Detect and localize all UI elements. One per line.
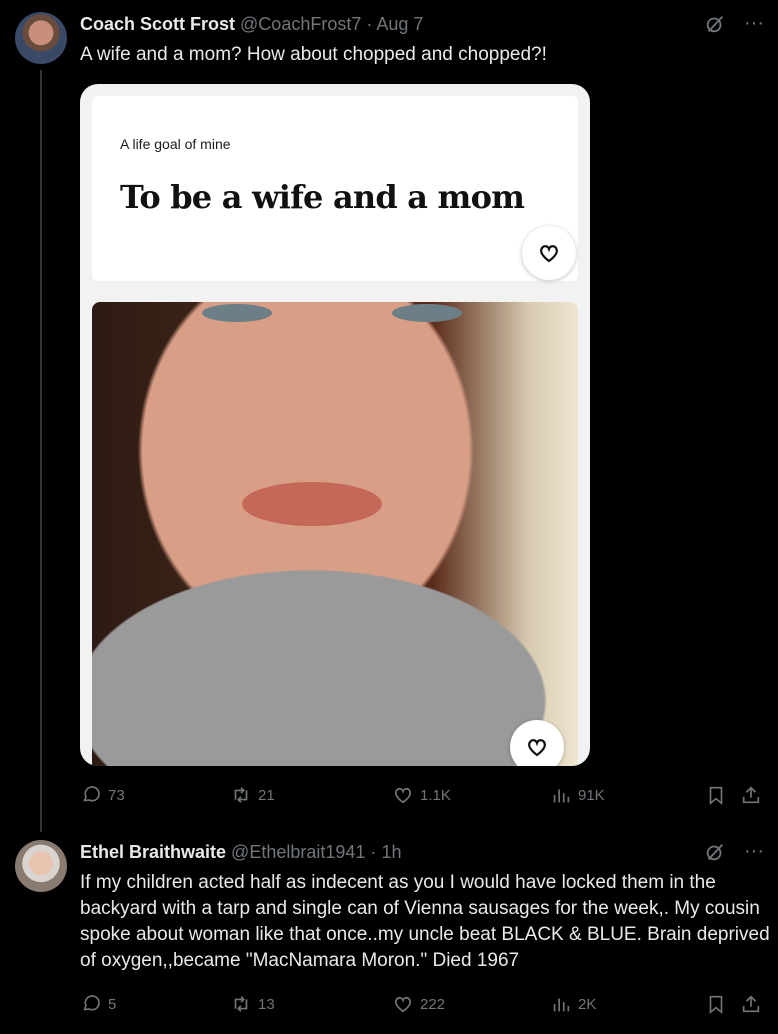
tweet-top-icons: ···	[704, 12, 764, 35]
tweet-top-icons: ···	[704, 840, 764, 863]
display-name[interactable]: Ethel Braithwaite	[80, 842, 226, 862]
share-icon	[742, 786, 760, 804]
user-handle[interactable]: @Ethelbrait1941	[231, 842, 365, 862]
bookmark-icon	[709, 995, 723, 1015]
reply-count: 73	[108, 786, 125, 804]
avatar[interactable]	[15, 840, 67, 892]
tweet-action-bar: 73 21 1.1K 91K	[80, 784, 770, 808]
tweet-action-bar: 5 13 222 2K	[80, 993, 770, 1017]
display-name[interactable]: Coach Scott Frost	[80, 14, 235, 34]
reply-button[interactable]: 5	[80, 993, 116, 1015]
card-subtitle: A life goal of mine	[120, 136, 231, 152]
timestamp[interactable]: 1h	[381, 842, 401, 862]
card-heart-button	[522, 226, 576, 280]
more-icon[interactable]: ···	[744, 12, 764, 35]
tweet-text: If my children acted half as indecent as…	[80, 872, 770, 971]
like-count: 1.1K	[420, 786, 451, 804]
grok-icon[interactable]	[704, 841, 726, 863]
heart-icon	[528, 739, 546, 757]
views-count: 2K	[578, 995, 597, 1013]
share-icon	[742, 995, 760, 1013]
repost-button[interactable]: 13	[230, 993, 275, 1015]
views-count: 91K	[578, 786, 605, 804]
avatar[interactable]	[15, 12, 67, 64]
views-icon	[553, 789, 570, 803]
reply-count: 5	[108, 995, 117, 1013]
photo-detail	[202, 304, 272, 322]
bookmark-button[interactable]	[705, 993, 727, 1015]
repost-count: 13	[258, 995, 275, 1013]
selfie-photo	[92, 302, 578, 766]
photo-detail	[392, 304, 462, 322]
bookmark-button[interactable]	[705, 784, 727, 806]
heart-icon	[394, 996, 412, 1013]
timestamp[interactable]: Aug 7	[376, 14, 423, 34]
tweet-header: Coach Scott Frost @CoachFrost7 · Aug 7	[80, 14, 423, 35]
heart-icon	[540, 245, 558, 263]
repost-icon	[234, 787, 248, 803]
heart-icon	[394, 787, 412, 804]
share-button[interactable]	[740, 993, 762, 1015]
reply-icon	[83, 995, 100, 1011]
more-icon[interactable]: ···	[744, 840, 764, 863]
reply-button[interactable]: 73	[80, 784, 125, 806]
share-button[interactable]	[740, 784, 762, 806]
separator-dot: ·	[366, 14, 373, 34]
like-count: 222	[420, 995, 446, 1013]
views-icon	[553, 998, 570, 1012]
bookmark-icon	[709, 786, 723, 806]
views-button[interactable]: 91K	[550, 784, 605, 806]
photo-detail	[242, 482, 382, 526]
card-title: To be a wife and a mom	[120, 178, 525, 216]
like-button[interactable]: 1.1K	[392, 784, 451, 806]
card-panel: A life goal of mine To be a wife and a m…	[92, 96, 578, 281]
user-handle[interactable]: @CoachFrost7	[240, 14, 361, 34]
tweet-text: A wife and a mom? How about chopped and …	[80, 44, 547, 65]
views-button[interactable]: 2K	[550, 993, 596, 1015]
separator-dot: ·	[370, 842, 377, 862]
tweet-header: Ethel Braithwaite @Ethelbrait1941 · 1h	[80, 842, 401, 863]
reply-icon	[83, 786, 100, 802]
like-button[interactable]: 222	[392, 993, 445, 1015]
photo-heart-button	[510, 720, 564, 766]
repost-icon	[234, 996, 248, 1012]
repost-button[interactable]: 21	[230, 784, 275, 806]
grok-icon[interactable]	[704, 13, 726, 35]
repost-count: 21	[258, 786, 275, 804]
thread-connector-line	[40, 70, 42, 832]
tweet-media-image[interactable]: A life goal of mine To be a wife and a m…	[80, 84, 590, 766]
